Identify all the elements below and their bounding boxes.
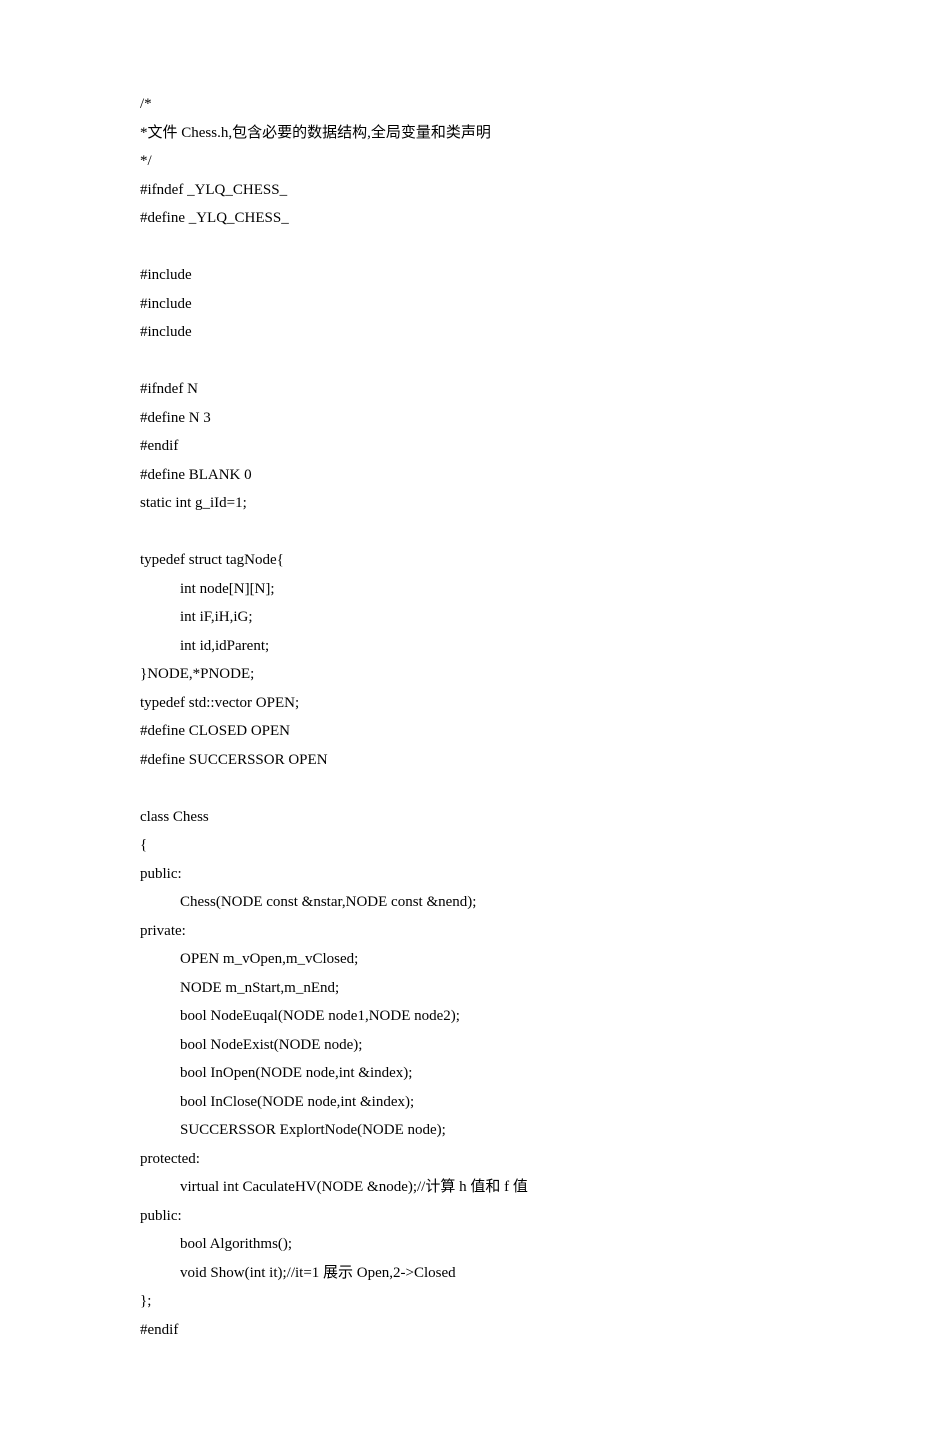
code-line: bool InClose(NODE node,int &index);: [140, 1088, 700, 1117]
code-line: #ifndef N: [140, 375, 700, 404]
code-line: *文件 Chess.h,包含必要的数据结构,全局变量和类声明: [140, 119, 700, 148]
code-line: class Chess: [140, 803, 700, 832]
code-line: bool Algorithms();: [140, 1230, 700, 1259]
code-line: typedef struct tagNode{: [140, 546, 700, 575]
code-line: int id,idParent;: [140, 632, 700, 661]
document-page: /**文件 Chess.h,包含必要的数据结构,全局变量和类声明*/#ifnde…: [0, 0, 700, 1434]
code-line: #define CLOSED OPEN: [140, 717, 700, 746]
code-line: /*: [140, 90, 700, 119]
code-line: protected:: [140, 1145, 700, 1174]
code-block: /**文件 Chess.h,包含必要的数据结构,全局变量和类声明*/#ifnde…: [140, 90, 700, 1344]
code-line: private:: [140, 917, 700, 946]
code-line: int node[N][N];: [140, 575, 700, 604]
code-line: static int g_iId=1;: [140, 489, 700, 518]
code-line: #define SUCCERSSOR OPEN: [140, 746, 700, 775]
code-line: bool NodeExist(NODE node);: [140, 1031, 700, 1060]
code-line: };: [140, 1287, 700, 1316]
code-line: void Show(int it);//it=1 展示 Open,2->Clos…: [140, 1259, 700, 1288]
code-line: SUCCERSSOR ExplortNode(NODE node);: [140, 1116, 700, 1145]
code-line: OPEN m_vOpen,m_vClosed;: [140, 945, 700, 974]
code-line: NODE m_nStart,m_nEnd;: [140, 974, 700, 1003]
code-line: {: [140, 831, 700, 860]
code-line: #include: [140, 290, 700, 319]
code-line: */: [140, 147, 700, 176]
code-line: #include: [140, 318, 700, 347]
code-line: public:: [140, 860, 700, 889]
code-line: virtual int CaculateHV(NODE &node);//计算 …: [140, 1173, 700, 1202]
code-line: bool NodeEuqal(NODE node1,NODE node2);: [140, 1002, 700, 1031]
code-line: typedef std::vector OPEN;: [140, 689, 700, 718]
code-line: #define BLANK 0: [140, 461, 700, 490]
blank-line: [140, 774, 700, 803]
code-line: public:: [140, 1202, 700, 1231]
code-line: #ifndef _YLQ_CHESS_: [140, 176, 700, 205]
code-line: #define _YLQ_CHESS_: [140, 204, 700, 233]
blank-line: [140, 518, 700, 547]
code-line: #include: [140, 261, 700, 290]
blank-line: [140, 233, 700, 262]
code-line: int iF,iH,iG;: [140, 603, 700, 632]
blank-line: [140, 347, 700, 376]
code-line: #define N 3: [140, 404, 700, 433]
code-line: #endif: [140, 432, 700, 461]
code-line: Chess(NODE const &nstar,NODE const &nend…: [140, 888, 700, 917]
code-line: #endif: [140, 1316, 700, 1345]
code-line: }NODE,*PNODE;: [140, 660, 700, 689]
code-line: bool InOpen(NODE node,int &index);: [140, 1059, 700, 1088]
